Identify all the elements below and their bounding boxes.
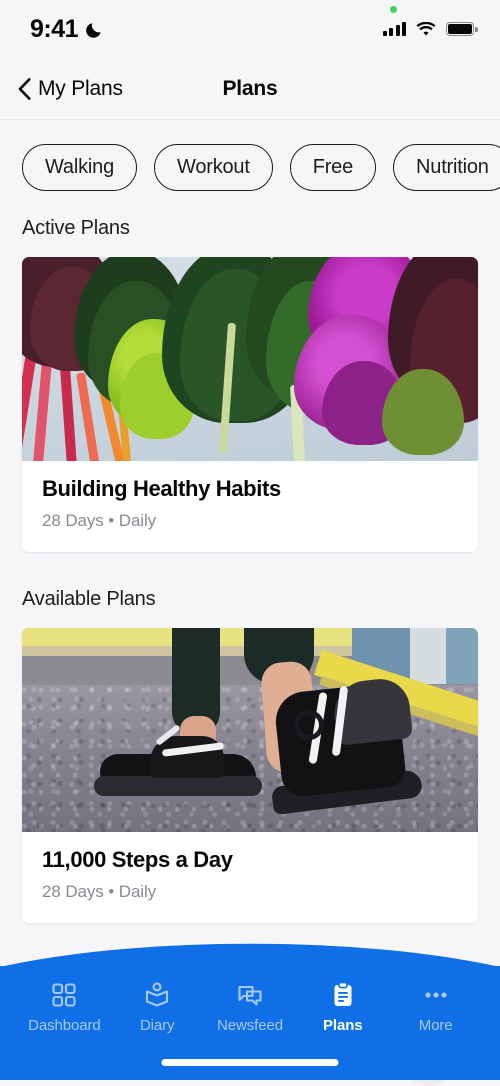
filter-chip-free[interactable]: Free <box>289 144 377 191</box>
plan-card-title: Building Healthy Habits <box>42 476 281 501</box>
status-bar: 9:41 <box>0 0 500 58</box>
plan-card-body: 11,000 Steps a Day 28 Days • Daily <box>22 832 478 923</box>
plan-card-meta: 28 Days • Daily <box>42 511 157 530</box>
available-plans-section: Available Plans 11,000 Steps a Day 28 Da… <box>0 588 500 923</box>
clipboard-icon <box>329 980 357 1010</box>
tab-newsfeed[interactable]: Newsfeed <box>204 976 297 1034</box>
battery-full-icon <box>446 22 478 36</box>
tab-dashboard[interactable]: Dashboard <box>18 976 111 1034</box>
filter-chip-walking[interactable]: Walking <box>22 144 137 191</box>
tab-label-dashboard: Dashboard <box>28 1017 101 1034</box>
book-icon <box>143 980 171 1010</box>
plan-card-body: Building Healthy Habits 28 Days • Daily <box>22 461 478 552</box>
plan-card-11000-steps-a-day[interactable]: 11,000 Steps a Day 28 Days • Daily <box>22 628 478 923</box>
plan-card-meta: 28 Days • Daily <box>42 882 157 901</box>
filter-chips-scroller[interactable]: Walking Workout Free Nutrition <box>0 120 500 217</box>
section-title-active-plans: Active Plans <box>22 217 130 239</box>
status-bar-left: 9:41 <box>30 15 104 44</box>
tab-plans[interactable]: Plans <box>296 976 389 1034</box>
tab-label-newsfeed: Newsfeed <box>217 1017 283 1034</box>
recording-indicator-dot <box>389 5 397 13</box>
chevron-left-icon <box>18 77 31 100</box>
tab-label-diary: Diary <box>139 1017 175 1034</box>
bottom-tab-bar-wrapper: Dashboard Diary Newsfeed Plans More <box>0 940 500 1080</box>
back-button[interactable]: My Plans <box>14 73 127 105</box>
back-button-label: My Plans <box>38 76 123 100</box>
filter-chip-workout[interactable]: Workout <box>154 144 273 191</box>
grid-icon <box>50 980 78 1010</box>
ellipsis-icon <box>422 980 450 1010</box>
wifi-icon <box>416 21 436 37</box>
leafy-greens-vegetables-photo <box>22 257 478 461</box>
plan-card-title: 11,000 Steps a Day <box>42 847 233 872</box>
moon-icon <box>85 20 104 39</box>
chat-bubbles-icon <box>236 980 264 1010</box>
home-indicator[interactable] <box>161 1059 339 1066</box>
filter-chip-nutrition[interactable]: Nutrition <box>393 144 500 191</box>
status-bar-right <box>382 5 478 37</box>
tab-label-more: More <box>418 1017 453 1034</box>
status-time: 9:41 <box>30 14 79 43</box>
section-title-available-plans: Available Plans <box>22 588 156 610</box>
tab-diary[interactable]: Diary <box>111 976 204 1034</box>
black-sneakers-walking-photo <box>22 628 478 832</box>
tab-more[interactable]: More <box>389 976 482 1034</box>
tab-label-plans: Plans <box>323 1017 363 1034</box>
plan-card-building-healthy-habits[interactable]: Building Healthy Habits 28 Days • Daily <box>22 257 478 552</box>
cellular-signal-icon <box>382 22 406 36</box>
navigation-bar: My Plans Plans <box>0 58 500 120</box>
active-plans-section: Active Plans Building Healthy Habits 28 … <box>0 217 500 552</box>
